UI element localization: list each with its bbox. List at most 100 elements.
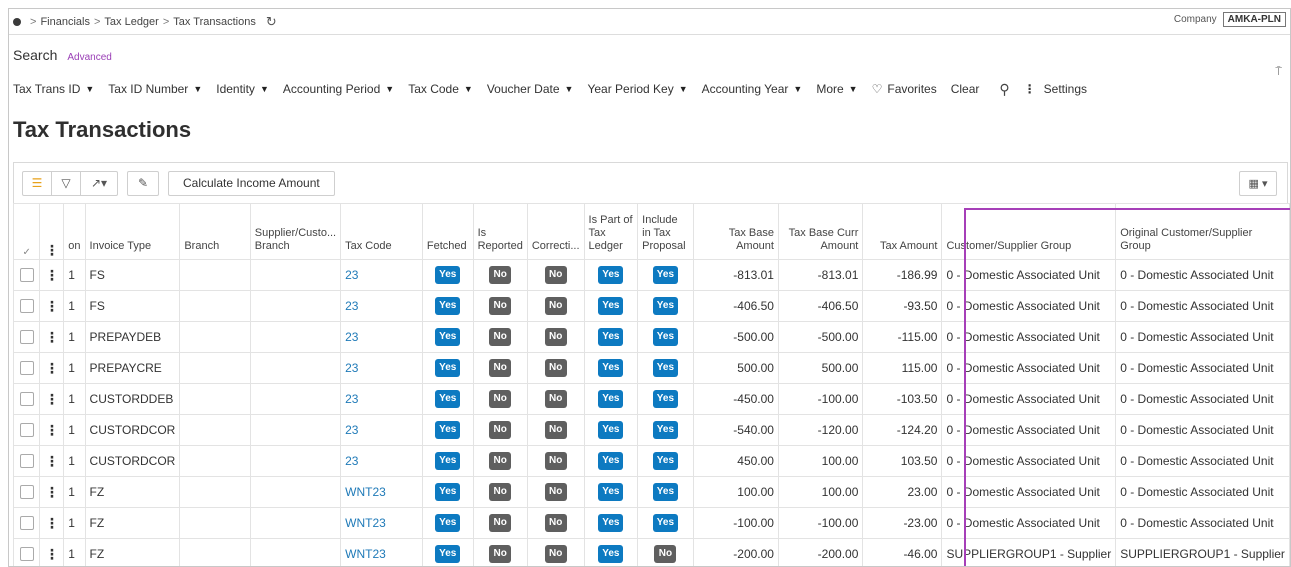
- company-label: Company: [1173, 14, 1217, 25]
- column-header-truncated[interactable]: on: [63, 203, 86, 260]
- caret-down-icon: ▼: [193, 84, 203, 94]
- tax-code-link[interactable]: 23: [345, 392, 358, 406]
- row-checkbox[interactable]: [19, 547, 34, 562]
- filter-label: Voucher Date: [486, 82, 560, 96]
- correction-cell: No: [526, 321, 585, 353]
- column-header-include-in-tax-proposal[interactable]: Include in Tax Proposal: [637, 203, 694, 260]
- column-header-customer-supplier-group[interactable]: Customer/Supplier Group: [941, 203, 1117, 260]
- include-in-proposal-cell: Yes: [637, 414, 694, 446]
- table-row[interactable]: ⋮ 1 PREPAYDEB 23 Yes No No Yes Yes -500.00 -500.00…: [12, 321, 1290, 353]
- search-header: Search Advanced: [13, 47, 112, 63]
- table-row[interactable]: ⋮ 1 FS 23 Yes No No Yes Yes -813.01 -813.01 -186.99…: [12, 259, 1290, 291]
- column-header-tax-amount[interactable]: Tax Amount: [862, 203, 943, 260]
- settings-button[interactable]: Settings: [1044, 82, 1087, 96]
- export-icon[interactable]: ↗▾: [81, 172, 117, 195]
- filter-tax-code[interactable]: Tax Code ▼: [408, 82, 473, 96]
- table-layout-icon[interactable]: ▦ ▾: [1239, 170, 1277, 196]
- table-row[interactable]: ⋮ 1 FS 23 Yes No No Yes Yes -406.50 -406.50 -93.50 0…: [12, 290, 1290, 322]
- filter-icon[interactable]: ▽: [52, 171, 81, 195]
- row-kebab-icon[interactable]: ⋮: [45, 422, 59, 438]
- table-row[interactable]: ⋮ 1 CUSTORDDEB 23 Yes No No Yes Yes -450.00 -100.0…: [12, 383, 1290, 415]
- row-checkbox[interactable]: [19, 516, 34, 531]
- tax-code-link[interactable]: 23: [345, 299, 358, 313]
- filter-accounting-year[interactable]: Accounting Year ▼: [702, 82, 803, 96]
- filter-identity[interactable]: Identity ▼: [216, 82, 269, 96]
- edit-icon[interactable]: ✎: [127, 170, 159, 196]
- tax-code-link[interactable]: 23: [345, 361, 358, 375]
- row-checkbox[interactable]: [19, 299, 34, 314]
- row-kebab-icon[interactable]: ⋮: [45, 515, 59, 531]
- caret-down-icon: ▼: [564, 84, 574, 94]
- column-header-is-reported[interactable]: Is Reported: [472, 203, 528, 260]
- column-header-branch[interactable]: Branch: [179, 203, 251, 260]
- breadcrumb-tax-ledger[interactable]: Tax Ledger: [104, 16, 158, 28]
- tax-code-link[interactable]: WNT23: [345, 485, 386, 499]
- home-dot-icon[interactable]: [13, 17, 21, 26]
- row-checkbox[interactable]: [19, 361, 34, 376]
- column-header-original-customer-supplier-group[interactable]: Original Customer/Supplier Group: [1115, 203, 1290, 260]
- row-kebab-icon[interactable]: ⋮: [45, 298, 59, 314]
- tax-code-link[interactable]: 23: [345, 330, 358, 344]
- filter-year-period-key[interactable]: Year Period Key ▼: [587, 82, 687, 96]
- clear-button[interactable]: Clear: [951, 82, 980, 96]
- row-kebab-icon[interactable]: ⋮: [45, 329, 59, 345]
- row-checkbox[interactable]: [19, 392, 34, 407]
- row-kebab-icon[interactable]: ⋮: [45, 546, 59, 562]
- tax-code-cell: 23: [340, 445, 423, 477]
- column-header-tax-code[interactable]: Tax Code: [340, 203, 423, 260]
- breadcrumb-financials[interactable]: Financials: [40, 16, 90, 28]
- table-row[interactable]: ⋮ 1 FZ WNT23 Yes No No Yes No -200.00 -200.00 -46.0…: [12, 538, 1290, 566]
- tax-code-link[interactable]: 23: [345, 454, 358, 468]
- row-checkbox[interactable]: [19, 454, 34, 469]
- row-checkbox[interactable]: [19, 268, 34, 283]
- row-menu-cell: ⋮: [39, 538, 65, 566]
- column-header-part-of-tax-ledger[interactable]: Is Part of Tax Ledger: [583, 203, 639, 260]
- calculate-income-amount-button[interactable]: Calculate Income Amount: [168, 170, 335, 196]
- select-all-checkbox[interactable]: ✓: [12, 203, 41, 260]
- filter-more[interactable]: More ▼: [816, 82, 857, 96]
- filter-tax-id-number[interactable]: Tax ID Number ▼: [108, 82, 202, 96]
- table-row[interactable]: ⋮ 1 FZ WNT23 Yes No No Yes Yes -100.00 -100.00 -23.…: [12, 507, 1290, 539]
- column-header-tax-base-amount[interactable]: Tax Base Amount: [692, 203, 779, 260]
- row-checkbox[interactable]: [19, 485, 34, 500]
- kebab-menu-icon[interactable]: ⋮: [1024, 82, 1036, 96]
- column-header-fetched[interactable]: Fetched: [421, 203, 474, 260]
- company-value[interactable]: AMKA-PLN: [1222, 12, 1286, 27]
- list-view-icon[interactable]: ☰: [23, 171, 52, 195]
- column-header-correction[interactable]: Correcti...: [526, 203, 585, 260]
- advanced-search-link[interactable]: Advanced: [67, 52, 111, 63]
- row-kebab-icon[interactable]: ⋮: [45, 267, 59, 283]
- filter-tax-trans-id[interactable]: Tax Trans ID ▼: [13, 82, 94, 96]
- favorites-button[interactable]: ♡ Favorites: [872, 82, 937, 96]
- invoice-type-cell: FZ: [84, 538, 181, 566]
- tax-code-link[interactable]: WNT23: [345, 516, 386, 530]
- tax-code-link[interactable]: WNT23: [345, 547, 386, 561]
- column-header-invoice-type[interactable]: Invoice Type: [84, 203, 181, 260]
- column-header-tax-base-curr-amount[interactable]: Tax Base Curr Amount: [777, 203, 864, 260]
- table-row[interactable]: ⋮ 1 PREPAYCRE 23 Yes No No Yes Yes 500.00 500.00 11…: [12, 352, 1290, 384]
- filter-voucher-date[interactable]: Voucher Date ▼: [487, 82, 574, 96]
- fetched-badge: Yes: [435, 421, 461, 439]
- refresh-icon[interactable]: ↻: [266, 14, 277, 30]
- include-in-proposal-cell: Yes: [637, 290, 694, 322]
- filter-accounting-period[interactable]: Accounting Period ▼: [283, 82, 394, 96]
- table-row[interactable]: ⋮ 1 CUSTORDCOR 23 Yes No No Yes Yes -540.00 -120.0…: [12, 414, 1290, 446]
- search-icon[interactable]: ⚲: [999, 81, 1009, 98]
- row-kebab-icon[interactable]: ⋮: [45, 453, 59, 469]
- row-checkbox[interactable]: [19, 423, 34, 438]
- tax-code-link[interactable]: 23: [345, 423, 358, 437]
- breadcrumb: > Financials > Tax Ledger > Tax Transact…: [9, 9, 1290, 35]
- column-header-supplier-branch[interactable]: Supplier/Custo... Branch: [249, 203, 342, 260]
- column-menu-icon[interactable]: ⋮: [39, 203, 65, 260]
- breadcrumb-tax-transactions: Tax Transactions: [173, 15, 256, 28]
- customer-supplier-group-cell: 0 - Domestic Associated Unit: [941, 383, 1117, 415]
- pin-icon[interactable]: ⍑: [1275, 66, 1282, 79]
- row-checkbox[interactable]: [19, 330, 34, 345]
- tax-code-link[interactable]: 23: [345, 268, 358, 282]
- correction-cell: No: [526, 507, 585, 539]
- table-row[interactable]: ⋮ 1 FZ WNT23 Yes No No Yes Yes 100.00 100.00 23.00 0…: [12, 476, 1290, 508]
- row-kebab-icon[interactable]: ⋮: [45, 360, 59, 376]
- row-kebab-icon[interactable]: ⋮: [45, 484, 59, 500]
- table-row[interactable]: ⋮ 1 CUSTORDCOR 23 Yes No No Yes Yes 450.00 100.00 1…: [12, 445, 1290, 477]
- row-kebab-icon[interactable]: ⋮: [45, 391, 59, 407]
